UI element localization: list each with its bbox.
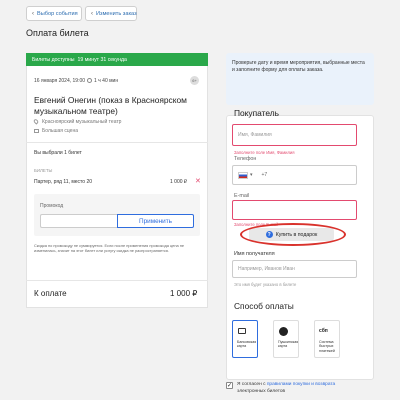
total-label: К оплате: [34, 289, 67, 298]
purchase-rules-link[interactable]: правилами покупки и возврата: [267, 382, 335, 387]
sbp-icon: сбп: [319, 328, 328, 334]
event-title: Евгений Онегин (показ в Красноярском муз…: [34, 95, 187, 116]
recipient-hint: Это имя будет указано в билете: [234, 282, 297, 287]
chevron-left-icon: ‹: [32, 10, 34, 17]
chevron-down-icon[interactable]: ▾: [250, 172, 253, 178]
name-error: Заполните поле Имя, Фамилия: [234, 150, 295, 155]
email-label: E-mail: [234, 193, 250, 199]
info-hint: Проверьте дату и время мероприятия, выбр…: [226, 53, 374, 105]
promo-input[interactable]: [40, 214, 117, 228]
gift-button-label: Купить в подарок: [275, 231, 318, 238]
venue-name: Красноярский музыкальный театр: [42, 119, 122, 125]
change-order-link[interactable]: ‹ Изменить заказ: [85, 6, 137, 21]
ticket-count: Вы выбрали 1 билет: [34, 150, 82, 156]
back-to-event-link[interactable]: ‹ Выбор события: [26, 6, 82, 21]
agreement-checkbox[interactable]: ✓: [226, 382, 233, 389]
buyer-heading: Покупатель: [234, 108, 280, 118]
question-icon: ?: [265, 231, 273, 238]
remove-ticket-icon[interactable]: ✕: [195, 177, 201, 185]
payment-method-label: Банковская карта: [237, 340, 257, 349]
promo-note: Скидка по промокоду не суммируется. Если…: [34, 243, 185, 254]
pushkin-card-icon: [279, 327, 288, 336]
apply-promo-button[interactable]: Применить: [117, 214, 194, 228]
event-date: 16 января 2024, 19:00: [34, 78, 86, 84]
bank-card-icon: [238, 328, 246, 334]
email-error: Заполните поле E-mail: [234, 222, 279, 227]
clock-icon: [87, 78, 92, 83]
page-title: Оплата билета: [26, 28, 89, 38]
agreement-suffix: электронных билетов: [237, 389, 286, 394]
phone-label: Телефон: [234, 156, 257, 162]
age-rating-badge: 6+: [190, 76, 199, 85]
tickets-section-label: Билеты: [34, 168, 53, 173]
stage-icon: [34, 129, 39, 133]
recipient-name-field[interactable]: Например, Иванов Иван: [232, 260, 357, 278]
event-duration: 1 ч 40 мин: [94, 78, 119, 84]
divider: [26, 280, 208, 281]
agreement-prefix: Я согласен с: [237, 382, 266, 387]
payment-method-sbp[interactable]: сбп Система быстрых платежей: [314, 320, 340, 358]
payment-method-pushkin-card[interactable]: Пушкинская карта: [273, 320, 299, 358]
hall-name: Большая сцена: [42, 128, 78, 134]
name-field[interactable]: Имя, Фамилия: [232, 124, 357, 146]
divider: [26, 142, 208, 143]
flag-russia-icon: [238, 171, 248, 179]
timer-label: Билеты доступны: [32, 56, 75, 63]
email-field[interactable]: [232, 200, 357, 220]
payment-method-label: Система быстрых платежей: [319, 340, 335, 353]
total-amount: 1 000 ₽: [170, 289, 198, 298]
back-to-event-label: Выбор события: [37, 10, 78, 17]
agreement-text: Я согласен с правилами покупки и возврат…: [237, 381, 387, 395]
phone-code: +7: [261, 172, 268, 178]
ticket-seat: Партер, ряд 11, место 20: [34, 179, 93, 185]
chevron-left-icon: ‹: [91, 10, 93, 17]
timer-bar: Билеты доступны 19 минут 31 секунда: [26, 53, 208, 66]
ticket-price: 1 000 ₽: [170, 179, 188, 185]
promo-label: Промокод: [40, 203, 64, 209]
payment-heading: Способ оплаты: [234, 301, 294, 311]
payment-method-label: Пушкинская карта: [278, 340, 299, 349]
payment-method-bank-card[interactable]: Банковская карта: [232, 320, 258, 358]
buy-as-gift-button[interactable]: ? Купить в подарок: [249, 228, 334, 241]
change-order-label: Изменить заказ: [96, 10, 137, 17]
phone-field[interactable]: ▾ +7: [232, 165, 357, 185]
recipient-label: Имя получателя: [234, 251, 275, 257]
timer-value: 19 минут 31 секунда: [77, 56, 127, 63]
